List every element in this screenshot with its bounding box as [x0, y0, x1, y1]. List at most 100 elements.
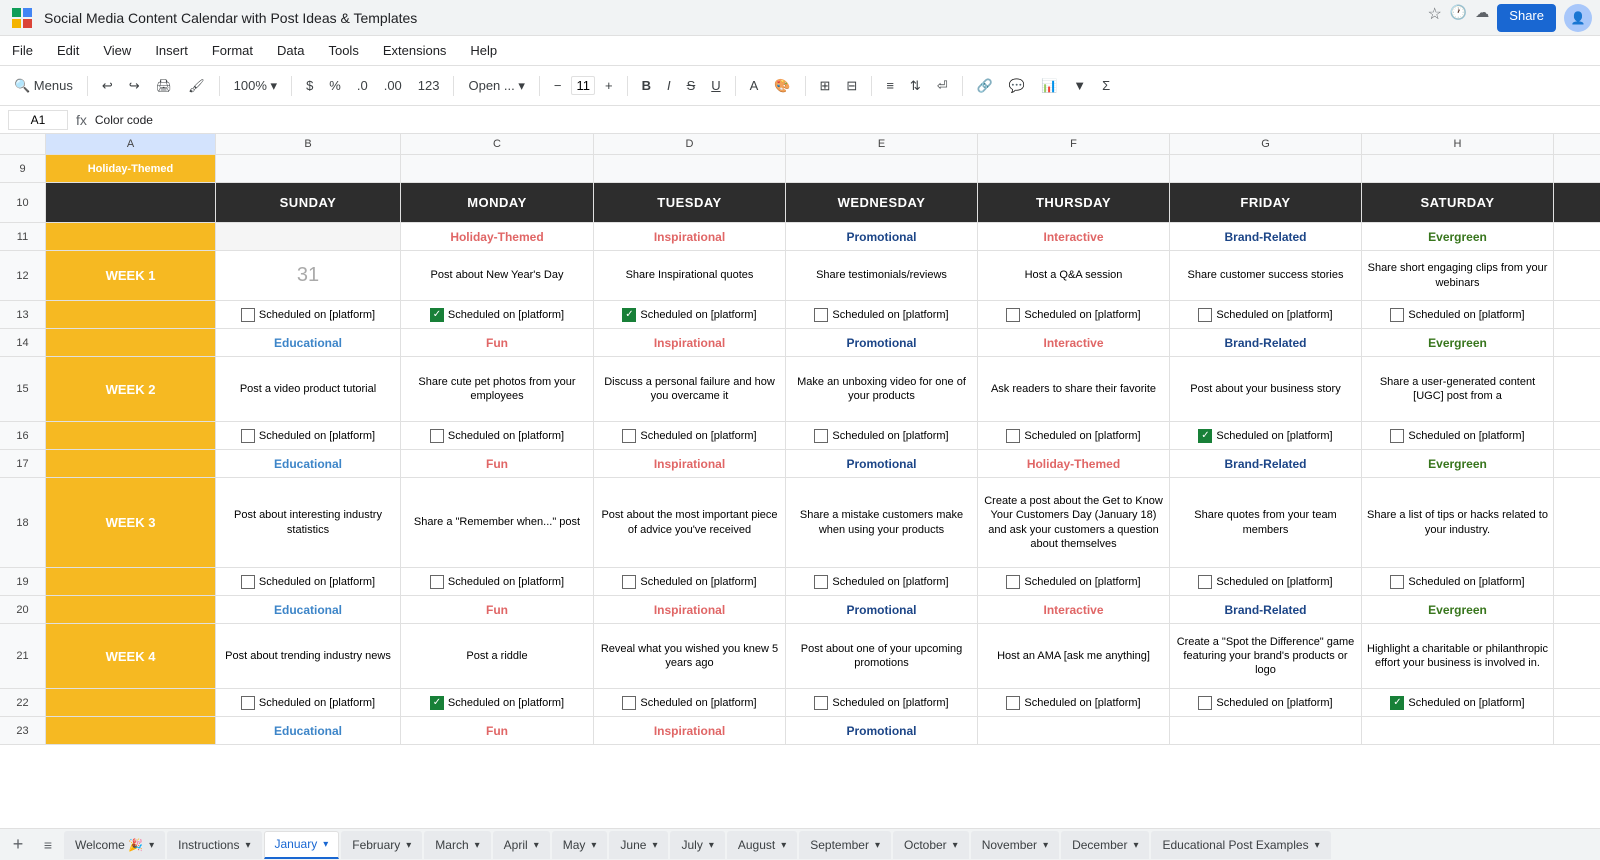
- percent-btn[interactable]: %: [323, 76, 347, 95]
- checkbox-f16[interactable]: [1006, 429, 1020, 443]
- cell-h19[interactable]: Scheduled on [platform]: [1362, 568, 1554, 595]
- valign-btn[interactable]: ⇅: [904, 76, 927, 96]
- merge-btn[interactable]: ⊟: [840, 76, 863, 96]
- function-btn[interactable]: Σ: [1096, 76, 1116, 95]
- cell-b16[interactable]: Scheduled on [platform]: [216, 422, 401, 449]
- checkbox-h22[interactable]: [1390, 696, 1404, 710]
- paintformat-btn[interactable]: 🖌: [182, 76, 211, 96]
- checkbox-c16[interactable]: [430, 429, 444, 443]
- zoom-btn[interactable]: 100% ▾: [228, 76, 283, 96]
- search-menus-btn[interactable]: 🔍 Menus: [8, 76, 79, 96]
- print-btn[interactable]: 🖨: [150, 76, 179, 96]
- cell-d22[interactable]: Scheduled on [platform]: [594, 689, 786, 716]
- menu-edit[interactable]: Edit: [53, 41, 83, 60]
- font-increase-btn[interactable]: +: [599, 76, 619, 95]
- cell-c19[interactable]: Scheduled on [platform]: [401, 568, 594, 595]
- cell-c22[interactable]: Scheduled on [platform]: [401, 689, 594, 716]
- cell-e13[interactable]: Scheduled on [platform]: [786, 301, 978, 328]
- font-dropdown[interactable]: Open ... ▾: [462, 76, 530, 96]
- checkbox-f13[interactable]: [1006, 308, 1020, 322]
- menu-data[interactable]: Data: [273, 41, 308, 60]
- checkbox-g16[interactable]: [1198, 429, 1212, 443]
- cell-g22[interactable]: Scheduled on [platform]: [1170, 689, 1362, 716]
- undo-btn[interactable]: ↩: [96, 76, 119, 96]
- checkbox-c19[interactable]: [430, 575, 444, 589]
- menu-view[interactable]: View: [99, 41, 135, 60]
- sheet-tab-educational-post-examples[interactable]: Educational Post Examples▾: [1151, 831, 1330, 859]
- cell-g19[interactable]: Scheduled on [platform]: [1170, 568, 1362, 595]
- filter-btn[interactable]: ▼: [1067, 76, 1092, 95]
- checkbox-d19[interactable]: [622, 575, 636, 589]
- cell-c13[interactable]: Scheduled on [platform]: [401, 301, 594, 328]
- italic-btn[interactable]: I: [661, 76, 677, 95]
- font-decrease-btn[interactable]: −: [548, 76, 568, 95]
- checkbox-c22[interactable]: [430, 696, 444, 710]
- cell-e16[interactable]: Scheduled on [platform]: [786, 422, 978, 449]
- sheet-tab-november[interactable]: November▾: [971, 831, 1059, 859]
- cell-d19[interactable]: Scheduled on [platform]: [594, 568, 786, 595]
- add-sheet-button[interactable]: +: [4, 831, 32, 859]
- cell-h16[interactable]: Scheduled on [platform]: [1362, 422, 1554, 449]
- cell-reference[interactable]: [8, 110, 68, 130]
- cell-f19[interactable]: Scheduled on [platform]: [978, 568, 1170, 595]
- checkbox-e13[interactable]: [814, 308, 828, 322]
- link-btn[interactable]: 🔗: [971, 76, 999, 96]
- borders-btn[interactable]: ⊞: [814, 76, 837, 96]
- dec-decrease-btn[interactable]: .0: [351, 76, 374, 95]
- cell-h22[interactable]: Scheduled on [platform]: [1362, 689, 1554, 716]
- fill-color-btn[interactable]: 🎨: [768, 76, 796, 96]
- checkbox-d16[interactable]: [622, 429, 636, 443]
- align-btn[interactable]: ≡: [880, 76, 900, 95]
- cell-g16[interactable]: Scheduled on [platform]: [1170, 422, 1362, 449]
- checkbox-g19[interactable]: [1198, 575, 1212, 589]
- menu-file[interactable]: File: [8, 41, 37, 60]
- menu-format[interactable]: Format: [208, 41, 257, 60]
- cell-f13[interactable]: Scheduled on [platform]: [978, 301, 1170, 328]
- account-avatar[interactable]: 👤: [1564, 4, 1592, 32]
- sheets-nav-left[interactable]: ≡: [34, 831, 62, 859]
- cell-a9[interactable]: Holiday-Themed: [46, 155, 216, 182]
- cell-d16[interactable]: Scheduled on [platform]: [594, 422, 786, 449]
- cell-h13[interactable]: Scheduled on [platform]: [1362, 301, 1554, 328]
- checkbox-e16[interactable]: [814, 429, 828, 443]
- underline-btn[interactable]: U: [705, 76, 726, 95]
- strikethrough-btn[interactable]: S: [681, 76, 702, 95]
- sheet-tab-september[interactable]: September▾: [799, 831, 891, 859]
- checkbox-g22[interactable]: [1198, 696, 1212, 710]
- sheet-tab-april[interactable]: April▾: [493, 831, 550, 859]
- sheet-tab-january[interactable]: January▾: [264, 831, 340, 859]
- text-color-btn[interactable]: A: [744, 76, 765, 95]
- checkbox-b19[interactable]: [241, 575, 255, 589]
- checkbox-h19[interactable]: [1390, 575, 1404, 589]
- sheet-tab-december[interactable]: December▾: [1061, 831, 1149, 859]
- currency-btn[interactable]: $: [300, 76, 319, 95]
- menu-extensions[interactable]: Extensions: [379, 41, 451, 60]
- checkbox-e22[interactable]: [814, 696, 828, 710]
- cell-b19[interactable]: Scheduled on [platform]: [216, 568, 401, 595]
- cell-g13[interactable]: Scheduled on [platform]: [1170, 301, 1362, 328]
- checkbox-e19[interactable]: [814, 575, 828, 589]
- cell-b22[interactable]: Scheduled on [platform]: [216, 689, 401, 716]
- wrap-btn[interactable]: ⏎: [931, 76, 954, 96]
- checkbox-g13[interactable]: [1198, 308, 1212, 322]
- chart-btn[interactable]: 📊: [1035, 76, 1063, 96]
- dec-increase-btn[interactable]: .00: [378, 76, 408, 95]
- cell-f22[interactable]: Scheduled on [platform]: [978, 689, 1170, 716]
- comment-btn[interactable]: 💬: [1003, 76, 1031, 96]
- sheet-tab-instructions[interactable]: Instructions▾: [167, 831, 261, 859]
- menu-insert[interactable]: Insert: [151, 41, 192, 60]
- menu-tools[interactable]: Tools: [324, 41, 362, 60]
- cell-c16[interactable]: Scheduled on [platform]: [401, 422, 594, 449]
- checkbox-d13[interactable]: [622, 308, 636, 322]
- checkbox-h16[interactable]: [1390, 429, 1404, 443]
- cell-d13[interactable]: Scheduled on [platform]: [594, 301, 786, 328]
- sheet-tab-welcome-🎉[interactable]: Welcome 🎉▾: [64, 831, 165, 859]
- sheet-tab-june[interactable]: June▾: [609, 831, 668, 859]
- sheet-tab-october[interactable]: October▾: [893, 831, 969, 859]
- checkbox-d22[interactable]: [622, 696, 636, 710]
- sheet-tab-may[interactable]: May▾: [552, 831, 608, 859]
- sheet-tab-march[interactable]: March▾: [424, 831, 490, 859]
- checkbox-f19[interactable]: [1006, 575, 1020, 589]
- checkbox-b22[interactable]: [241, 696, 255, 710]
- cloud-icon[interactable]: ☁: [1475, 4, 1489, 32]
